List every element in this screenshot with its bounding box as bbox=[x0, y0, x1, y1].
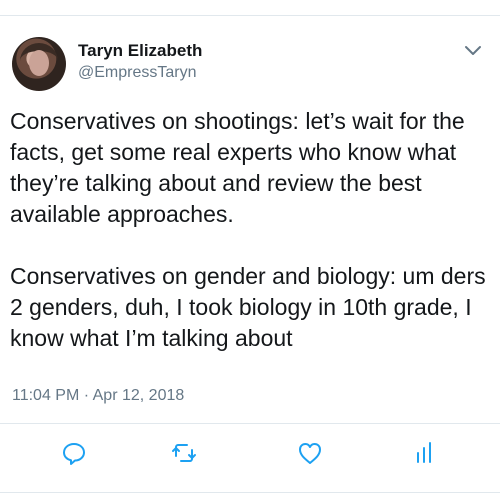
author-handle[interactable]: @EmpressTaryn bbox=[78, 64, 197, 82]
retweet-button[interactable] bbox=[170, 439, 198, 467]
avatar-face bbox=[29, 50, 49, 76]
analytics-icon bbox=[417, 442, 431, 463]
reply-icon bbox=[63, 443, 85, 465]
heart-icon bbox=[299, 443, 321, 464]
tweet-text: Conservatives on shootings: let’s wait f… bbox=[10, 108, 486, 351]
tweet-timestamp[interactable]: 11:04 PM · Apr 12, 2018 bbox=[12, 387, 184, 405]
like-button[interactable] bbox=[296, 439, 324, 467]
author-name[interactable]: Taryn Elizabeth bbox=[78, 41, 202, 61]
analytics-button[interactable] bbox=[412, 439, 440, 467]
retweet-icon bbox=[172, 444, 196, 462]
action-divider bbox=[0, 423, 500, 424]
bottom-divider bbox=[0, 492, 500, 493]
avatar[interactable] bbox=[12, 37, 66, 91]
chevron-down-icon[interactable] bbox=[464, 44, 482, 56]
reply-button[interactable] bbox=[60, 439, 88, 467]
top-divider bbox=[0, 15, 500, 16]
